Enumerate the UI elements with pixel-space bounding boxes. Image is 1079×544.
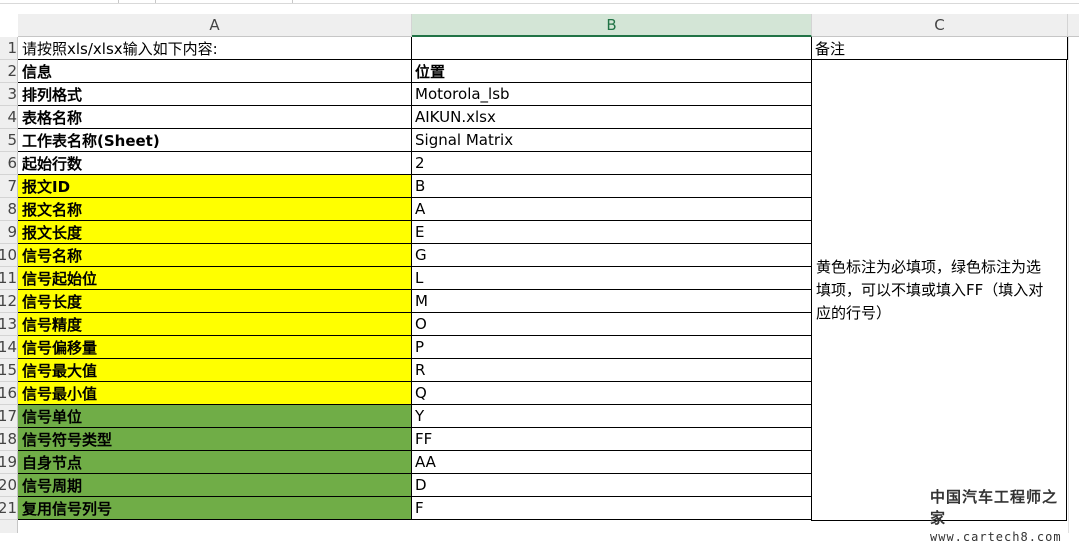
cell-b[interactable]: O: [411, 313, 812, 336]
cell-a[interactable]: 信息: [18, 60, 412, 83]
cell-a[interactable]: 表格名称: [18, 106, 412, 129]
cell-b[interactable]: 2: [411, 152, 812, 175]
notes-merged-cell[interactable]: 黄色标注为必填项，绿色标注为选填项，可以不填或填入FF（填入对应的行号）: [811, 60, 1067, 521]
column-header-a[interactable]: A: [18, 14, 412, 37]
cell-a[interactable]: 起始行数: [18, 152, 412, 175]
divider: [0, 3, 1079, 4]
row-header[interactable]: 1: [0, 37, 18, 60]
row-header[interactable]: 11: [0, 267, 18, 290]
column-header-b[interactable]: B: [412, 14, 812, 37]
cell-a[interactable]: 信号周期: [18, 474, 412, 497]
cell-b[interactable]: 位置: [411, 60, 812, 83]
row-header[interactable]: 8: [0, 198, 18, 221]
row-header[interactable]: 14: [0, 336, 18, 359]
column-header-d[interactable]: [1068, 14, 1079, 37]
cell-a[interactable]: 工作表名称(Sheet): [18, 129, 412, 152]
cell-a[interactable]: 请按照xls/xlsx输入如下内容:: [18, 37, 412, 60]
cell-a[interactable]: 信号最小值: [18, 382, 412, 405]
cell-b[interactable]: [411, 37, 812, 60]
cell-a[interactable]: 排列格式: [18, 83, 412, 106]
cell-b[interactable]: M: [411, 290, 812, 313]
cell-a[interactable]: 信号起始位: [18, 267, 412, 290]
notes-text: 黄色标注为必填项，绿色标注为选填项，可以不填或填入FF（填入对应的行号）: [816, 257, 1044, 322]
row-header[interactable]: 15: [0, 359, 18, 382]
row-header[interactable]: 18: [0, 428, 18, 451]
cell-b[interactable]: F: [411, 497, 812, 520]
cell-b[interactable]: Signal Matrix: [411, 129, 812, 152]
cell-b[interactable]: B: [411, 175, 812, 198]
cell-b[interactable]: Y: [411, 405, 812, 428]
cell-a[interactable]: 信号最大值: [18, 359, 412, 382]
row-header[interactable]: 10: [0, 244, 18, 267]
row-header[interactable]: 20: [0, 474, 18, 497]
cell-a[interactable]: 复用信号列号: [18, 497, 412, 520]
watermark: 中国汽车工程师之家 www.cartech8.com: [930, 486, 1070, 544]
row-header[interactable]: 17: [0, 405, 18, 428]
cell-a[interactable]: 报文ID: [18, 175, 412, 198]
cell-a[interactable]: 报文长度: [18, 221, 412, 244]
row-header[interactable]: 21: [0, 497, 18, 520]
cell-b[interactable]: P: [411, 336, 812, 359]
cell-b[interactable]: L: [411, 267, 812, 290]
row-header[interactable]: 9: [0, 221, 18, 244]
tab-separator: [155, 0, 156, 3]
cell-b[interactable]: E: [411, 221, 812, 244]
cell-a[interactable]: 信号符号类型: [18, 428, 412, 451]
watermark-title: 中国汽车工程师之家: [930, 488, 1059, 527]
cell-a[interactable]: 信号偏移量: [18, 336, 412, 359]
row-header[interactable]: 16: [0, 382, 18, 405]
cell-b[interactable]: FF: [411, 428, 812, 451]
row-header[interactable]: 7: [0, 175, 18, 198]
gridline: [1068, 37, 1069, 533]
cell-a[interactable]: 报文名称: [18, 198, 412, 221]
row-header[interactable]: 3: [0, 83, 18, 106]
row-header[interactable]: 12: [0, 290, 18, 313]
cell-b[interactable]: AIKUN.xlsx: [411, 106, 812, 129]
row-header[interactable]: 2: [0, 60, 18, 83]
row-header[interactable]: 5: [0, 129, 18, 152]
cell-a[interactable]: 信号精度: [18, 313, 412, 336]
column-header-c[interactable]: C: [812, 14, 1068, 37]
cell-b[interactable]: D: [411, 474, 812, 497]
row-header[interactable]: 13: [0, 313, 18, 336]
cell-b[interactable]: A: [411, 198, 812, 221]
cell-a[interactable]: 信号单位: [18, 405, 412, 428]
row-header[interactable]: 4: [0, 106, 18, 129]
cell-a[interactable]: 信号名称: [18, 244, 412, 267]
cell-b[interactable]: AA: [411, 451, 812, 474]
tab-separator: [292, 0, 293, 3]
cell-b[interactable]: G: [411, 244, 812, 267]
watermark-url: www.cartech8.com: [930, 530, 1062, 544]
cell-a[interactable]: 自身节点: [18, 451, 412, 474]
row-header[interactable]: 6: [0, 152, 18, 175]
ribbon-edge: [0, 0, 1079, 14]
tab-separator: [118, 0, 119, 3]
cell-b[interactable]: R: [411, 359, 812, 382]
cell-a[interactable]: 信号长度: [18, 290, 412, 313]
row-header[interactable]: 19: [0, 451, 18, 474]
notes-header-cell[interactable]: 备注: [811, 37, 1068, 60]
cell-b[interactable]: Q: [411, 382, 812, 405]
cell-b[interactable]: Motorola_lsb: [411, 83, 812, 106]
